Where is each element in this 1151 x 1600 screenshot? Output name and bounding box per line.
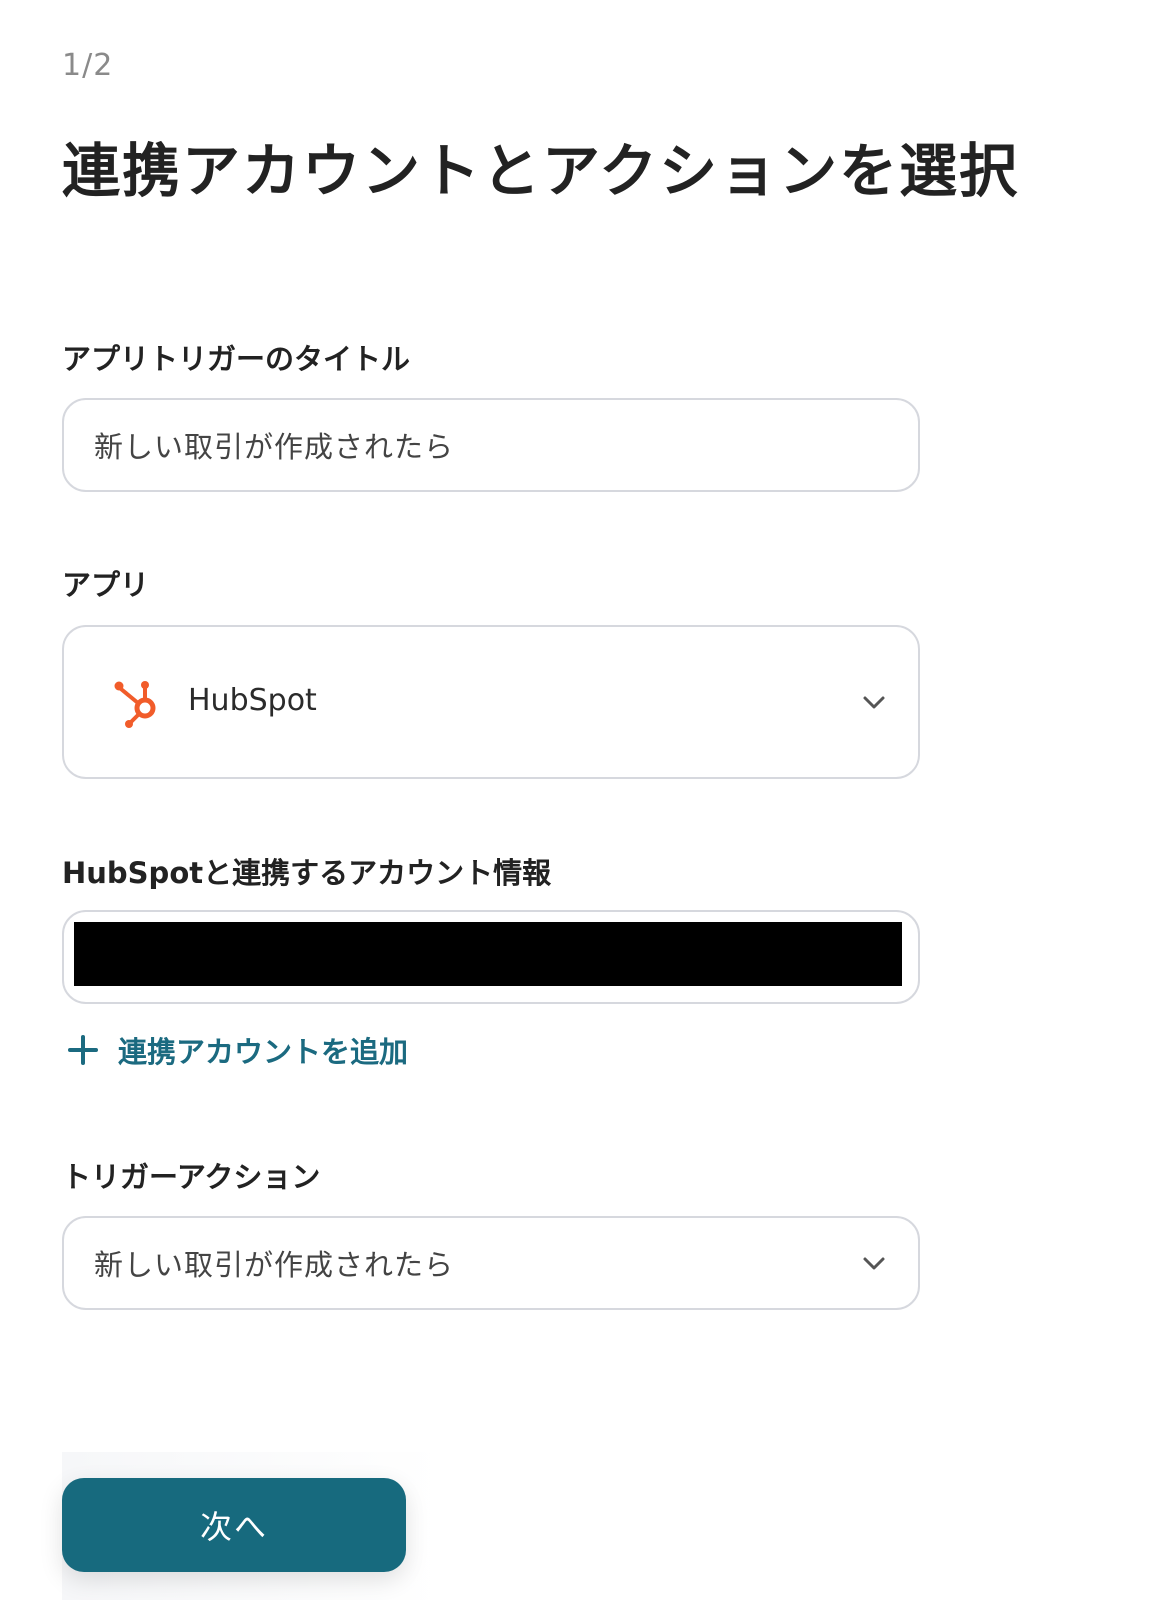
add-account-link[interactable]: 連携アカウントを追加	[62, 1028, 408, 1072]
account-label: HubSpotと連携するアカウント情報	[62, 856, 552, 890]
app-label: アプリ	[62, 568, 150, 602]
chevron-down-icon	[863, 696, 885, 709]
page-title: 連携アカウントとアクションを選択	[62, 137, 1020, 205]
add-account-label: 連携アカウントを追加	[118, 1035, 409, 1069]
redacted-account-value	[74, 922, 902, 986]
step-indicator: 1/2	[62, 48, 114, 83]
trigger-action-value: 新しい取引が作成されたら	[94, 1248, 455, 1282]
hubspot-logo-icon	[114, 681, 156, 728]
next-button[interactable]: 次へ	[62, 1478, 406, 1572]
trigger-action-select[interactable]: 新しい取引が作成されたら	[62, 1216, 920, 1310]
trigger-title-input[interactable]	[64, 400, 918, 490]
trigger-action-label: トリガーアクション	[62, 1160, 321, 1194]
app-select[interactable]: HubSpot	[62, 625, 920, 779]
app-select-value: HubSpot	[188, 683, 317, 718]
plus-icon	[68, 1035, 98, 1065]
app-select-inner[interactable]: HubSpot	[64, 627, 918, 777]
account-select[interactable]	[62, 910, 920, 1004]
trigger-title-label: アプリトリガーのタイトル	[62, 342, 411, 376]
chevron-down-icon	[863, 1257, 885, 1270]
trigger-title-field-box	[62, 398, 920, 492]
